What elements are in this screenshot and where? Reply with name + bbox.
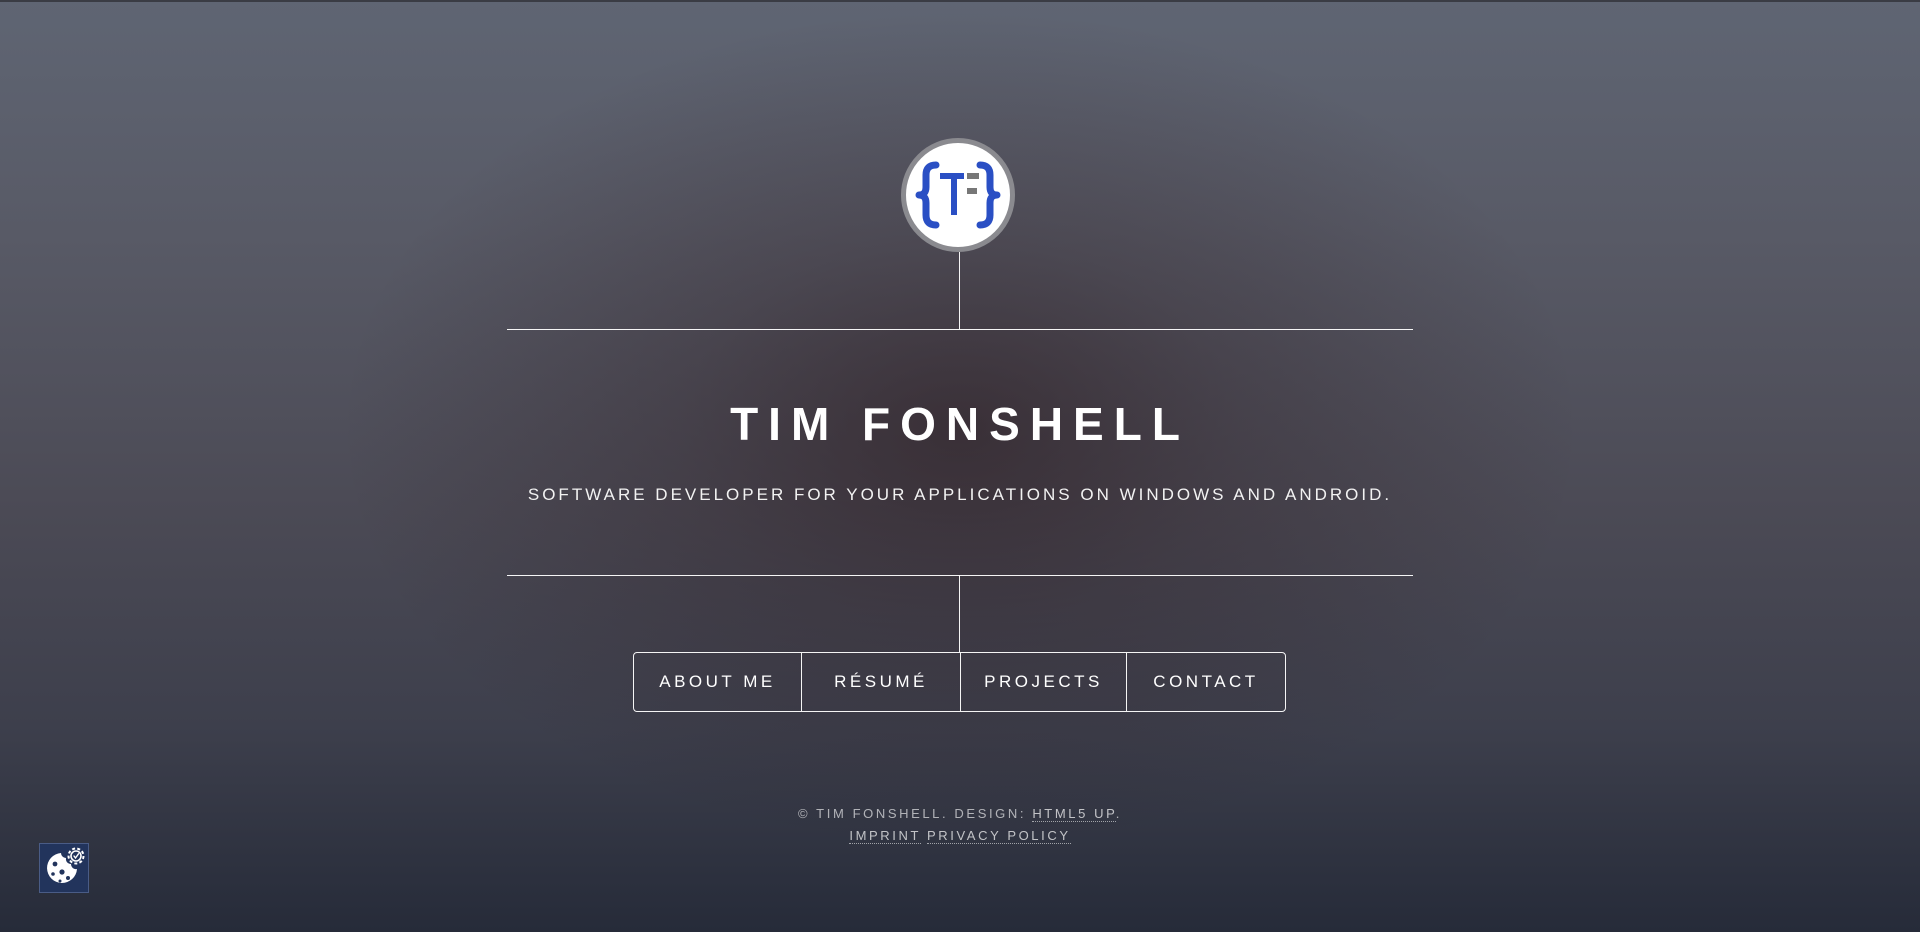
main-nav: ABOUT ME RÉSUMÉ PROJECTS CONTACT <box>633 652 1286 712</box>
page-title: TIM FONSHELL <box>730 398 1190 450</box>
privacy-policy-link[interactable]: PRIVACY POLICY <box>927 828 1071 844</box>
design-suffix: . <box>1115 806 1122 821</box>
header-bottom-divider <box>507 575 1413 576</box>
header-top-divider <box>507 329 1413 330</box>
nav-projects[interactable]: PROJECTS <box>960 653 1126 711</box>
curly-braces-tf-logo-icon <box>915 161 1001 229</box>
logo-connector-line <box>959 252 960 329</box>
nav-about-me[interactable]: ABOUT ME <box>634 653 801 711</box>
nav-connector-line <box>959 575 960 652</box>
nav-contact[interactable]: CONTACT <box>1126 653 1285 711</box>
cookie-settings-button[interactable] <box>39 843 89 893</box>
footer-links: IMPRINT PRIVACY POLICY <box>660 828 1260 844</box>
design-credit-link[interactable]: HTML5 UP <box>1032 806 1116 822</box>
nav-resume[interactable]: RÉSUMÉ <box>801 653 960 711</box>
top-border <box>0 0 1920 2</box>
cookie-settings-icon <box>47 847 85 883</box>
footer-copyright: © TIM FONSHELL. DESIGN: HTML5 UP. <box>660 806 1260 822</box>
copyright-text: © TIM FONSHELL. DESIGN: <box>798 806 1033 821</box>
site-logo <box>901 138 1015 252</box>
imprint-link[interactable]: IMPRINT <box>849 828 922 844</box>
page-subtitle: SOFTWARE DEVELOPER FOR YOUR APPLICATIONS… <box>527 485 1393 504</box>
